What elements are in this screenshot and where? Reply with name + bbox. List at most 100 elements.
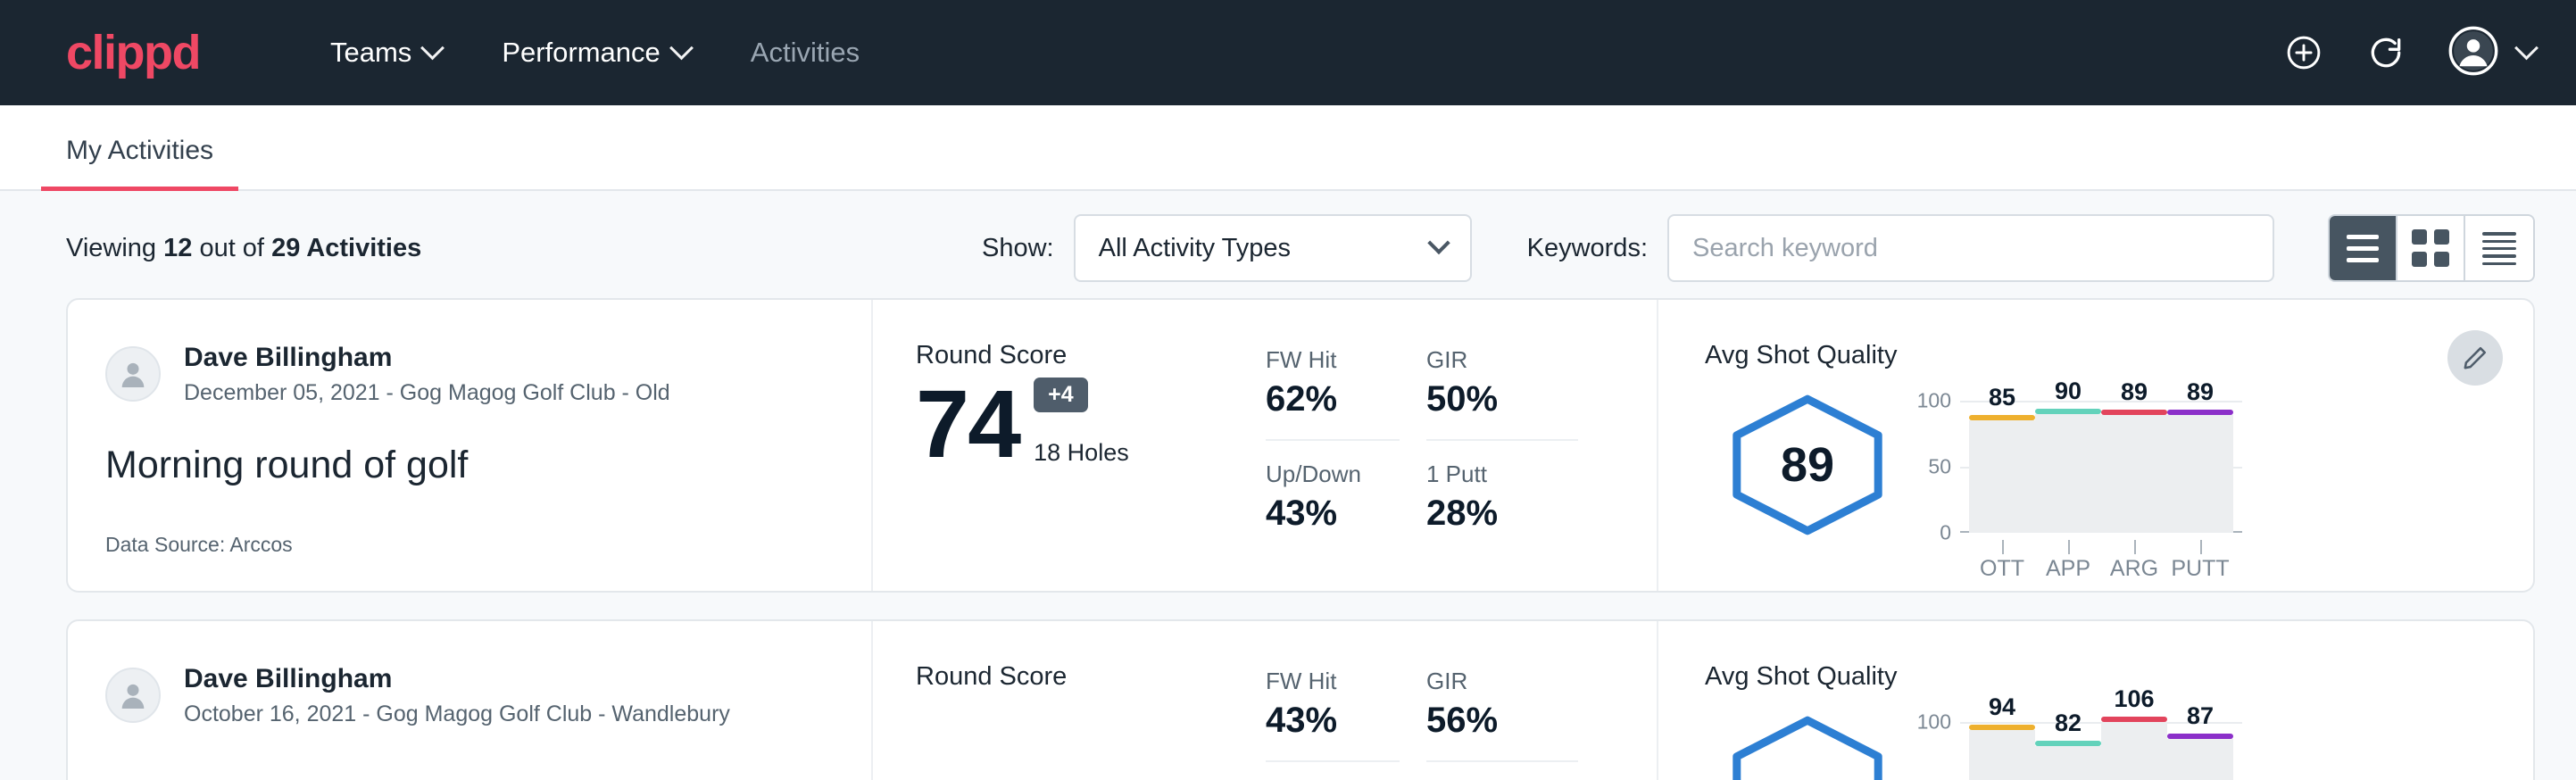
search-input[interactable]	[1692, 234, 2249, 263]
bar-fill	[2035, 414, 2101, 533]
stat-label: GIR	[1426, 346, 1578, 374]
view-mode-compact-button[interactable]	[2465, 216, 2533, 280]
nav-item-label: Performance	[502, 37, 660, 69]
tab-bar: My Activities	[0, 105, 2576, 191]
bar-fill	[2101, 722, 2167, 780]
stat-value: 28%	[1426, 494, 1578, 534]
bar-value: 87	[2187, 702, 2214, 730]
bar-arg: 106	[2101, 722, 2167, 780]
chevron-down-icon	[669, 36, 694, 60]
bar-value: 106	[2114, 685, 2154, 713]
account-avatar-icon	[2448, 26, 2498, 80]
shot-quality-label: Avg Shot Quality	[1705, 341, 2533, 370]
refresh-icon[interactable]	[2366, 33, 2406, 72]
tab-label: My Activities	[66, 136, 213, 165]
avatar	[105, 668, 161, 723]
round-score-row: 74 +4 18 Holes	[916, 378, 1228, 470]
search-field[interactable]	[1667, 214, 2274, 282]
x-label-ott: OTT	[1969, 556, 2035, 582]
x-label-app: APP	[2035, 556, 2101, 582]
activity-type-select[interactable]: All Activity Types	[1074, 214, 1472, 282]
round-score-label: Round Score	[916, 662, 1228, 692]
bar-app: 82	[2035, 722, 2101, 780]
plus-circle-icon[interactable]	[2284, 33, 2323, 72]
score-to-par-badge: +4	[1034, 378, 1088, 412]
view-mode-grid-button[interactable]	[2397, 216, 2465, 280]
holes-played: 18 Holes	[1034, 439, 1129, 467]
bar-app: 90	[2035, 401, 2101, 533]
clippd-logo[interactable]: clippd	[66, 29, 200, 77]
stats-section: FW Hit 62% GIR 50% Up/Down 43% 1 Putt 28…	[1228, 300, 1657, 591]
stat-value: 50%	[1426, 379, 1578, 419]
account-menu[interactable]	[2448, 26, 2535, 80]
chevron-down-icon	[2514, 36, 2539, 60]
shot-quality-value: 89	[1781, 437, 1834, 493]
bar-putt: 87	[2167, 722, 2233, 780]
bar-value: 85	[1989, 384, 2015, 411]
shot-quality-hex	[1705, 708, 1910, 780]
x-label-arg: ARG	[2101, 556, 2167, 582]
bar-fill	[2101, 415, 2167, 533]
round-score-section: Round Score 74 +4 18 Holes	[871, 300, 1228, 591]
keywords-label: Keywords:	[1527, 234, 1648, 263]
edit-activity-button[interactable]	[2447, 330, 2503, 386]
stat-label: FW Hit	[1266, 668, 1400, 695]
y-tick-100: 100	[1917, 389, 1951, 413]
chart-plot-area: 85 90 89	[1960, 401, 2242, 533]
bar-value: 89	[2187, 378, 2214, 406]
header-actions	[2284, 26, 2535, 80]
view-mode-toggle	[2328, 214, 2535, 282]
page-body: Viewing 12 out of 29 Activities Show: Al…	[0, 191, 2576, 780]
shot-quality-hex: 89	[1705, 386, 1910, 536]
viewing-middle: out of	[199, 234, 264, 262]
stat-gir: GIR 50%	[1426, 341, 1578, 441]
stat-gir: GIR 56%	[1426, 662, 1578, 762]
stat-label: 1 Putt	[1426, 461, 1578, 488]
bar-fill	[2167, 739, 2233, 780]
bar-value: 82	[2055, 709, 2082, 737]
stats-section: FW Hit 43% GIR 56%	[1228, 621, 1657, 780]
nav-item-label: Teams	[330, 37, 411, 69]
nav-item-performance[interactable]: Performance	[471, 26, 719, 79]
nav-item-teams[interactable]: Teams	[300, 26, 471, 79]
stat-up-down: Up/Down 43%	[1266, 441, 1400, 534]
stat-fw-hit: FW Hit 62%	[1266, 341, 1400, 441]
stat-fw-hit: FW Hit 43%	[1266, 662, 1400, 762]
chart-plot-area: 94 82 106	[1960, 722, 2242, 780]
chart-y-axis: 100	[1910, 722, 1960, 780]
stat-label: FW Hit	[1266, 346, 1400, 374]
activity-summary: Dave Billingham December 05, 2021 - Gog …	[68, 300, 871, 591]
viewing-count: 12	[163, 234, 192, 262]
round-score-section: Round Score	[871, 621, 1228, 780]
show-label: Show:	[982, 234, 1054, 263]
player-name: Dave Billingham	[184, 341, 670, 375]
stat-value: 62%	[1266, 379, 1400, 419]
stat-one-putt: 1 Putt 28%	[1426, 441, 1578, 534]
bar-value: 94	[1989, 693, 2015, 721]
activity-card[interactable]: Dave Billingham October 16, 2021 - Gog M…	[66, 619, 2535, 780]
bar-fill	[1969, 730, 2035, 780]
bar-arg: 89	[2101, 401, 2167, 533]
stat-value: 43%	[1266, 701, 1400, 741]
view-mode-list-button[interactable]	[2330, 216, 2397, 280]
activity-meta: October 16, 2021 - Gog Magog Golf Club -…	[184, 700, 730, 729]
app-header: clippd Teams Performance Activities	[0, 0, 2576, 105]
bar-fill	[1969, 420, 2035, 533]
x-label-putt: PUTT	[2167, 556, 2233, 582]
player-row: Dave Billingham December 05, 2021 - Gog …	[105, 341, 844, 407]
activity-summary: Dave Billingham October 16, 2021 - Gog M…	[68, 621, 871, 780]
stat-label: GIR	[1426, 668, 1578, 695]
chevron-down-icon	[1427, 232, 1450, 254]
player-name: Dave Billingham	[184, 662, 730, 696]
bar-value: 89	[2121, 378, 2148, 406]
activity-card[interactable]: Dave Billingham December 05, 2021 - Gog …	[66, 298, 2535, 593]
tab-my-activities[interactable]: My Activities	[41, 136, 238, 189]
bar-value: 90	[2055, 378, 2082, 405]
nav-item-activities[interactable]: Activities	[720, 26, 890, 79]
nav-item-label: Activities	[751, 37, 860, 69]
shot-quality-chart: 100 50 0 85	[1910, 386, 2410, 582]
activity-card-list: Dave Billingham December 05, 2021 - Gog …	[0, 298, 2576, 780]
viewing-total: 29 Activities	[271, 234, 421, 262]
filter-controls: Show: All Activity Types Keywords:	[982, 214, 2535, 282]
chart-y-axis: 100 50 0	[1910, 401, 1960, 533]
